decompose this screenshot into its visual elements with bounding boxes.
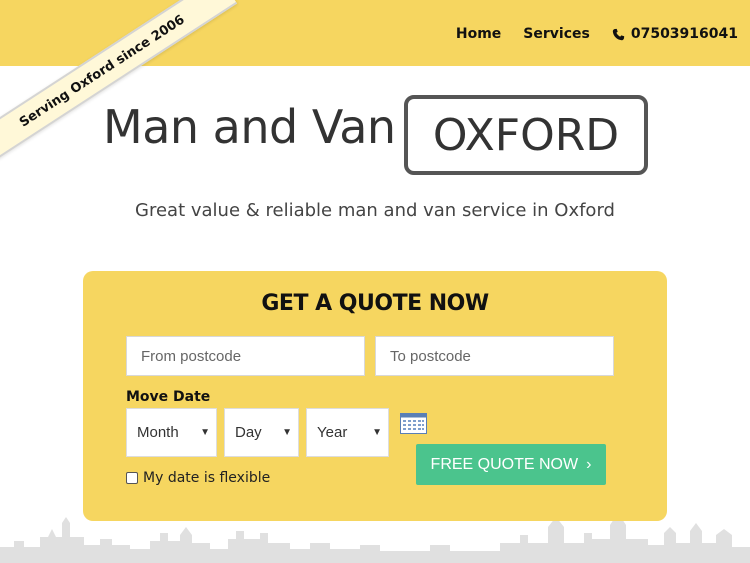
flexible-date-checkbox[interactable]: [126, 472, 138, 484]
phone-icon: [612, 28, 625, 40]
nav-home-link[interactable]: Home: [456, 26, 501, 42]
phone-number: 07503916041: [630, 26, 738, 42]
day-select[interactable]: Day ▼: [224, 408, 299, 457]
free-quote-button[interactable]: FREE QUOTE NOW ›: [416, 444, 606, 485]
nav-phone-link[interactable]: 07503916041: [612, 26, 738, 42]
to-postcode-input[interactable]: [375, 336, 614, 376]
brand-oxford-box: OXFORD: [404, 95, 648, 175]
year-select-value: Year: [317, 424, 348, 441]
from-postcode-input[interactable]: [126, 336, 365, 376]
calendar-icon[interactable]: [400, 413, 427, 434]
quote-form-card: GET A QUOTE NOW Move Date Month ▼ Day ▼ …: [83, 271, 667, 521]
free-quote-label: FREE QUOTE NOW: [430, 455, 579, 473]
chevron-right-icon: ›: [586, 455, 592, 473]
hero-subtitle: Great value & reliable man and van servi…: [135, 200, 615, 221]
quote-title: GET A QUOTE NOW: [261, 291, 489, 316]
nav-services-link[interactable]: Services: [523, 26, 590, 42]
month-select[interactable]: Month ▼: [126, 408, 217, 457]
hero-title: Man and Van: [103, 100, 396, 154]
day-select-value: Day: [235, 424, 262, 441]
chevron-down-icon: ▼: [200, 427, 210, 438]
chevron-down-icon: ▼: [282, 427, 292, 438]
month-select-value: Month: [137, 424, 179, 441]
year-select[interactable]: Year ▼: [306, 408, 389, 457]
flexible-date-option[interactable]: My date is flexible: [126, 470, 270, 486]
move-date-label: Move Date: [126, 389, 211, 405]
chevron-down-icon: ▼: [372, 427, 382, 438]
main-nav: Home Services 07503916041: [456, 26, 738, 42]
flexible-date-label: My date is flexible: [143, 470, 271, 486]
